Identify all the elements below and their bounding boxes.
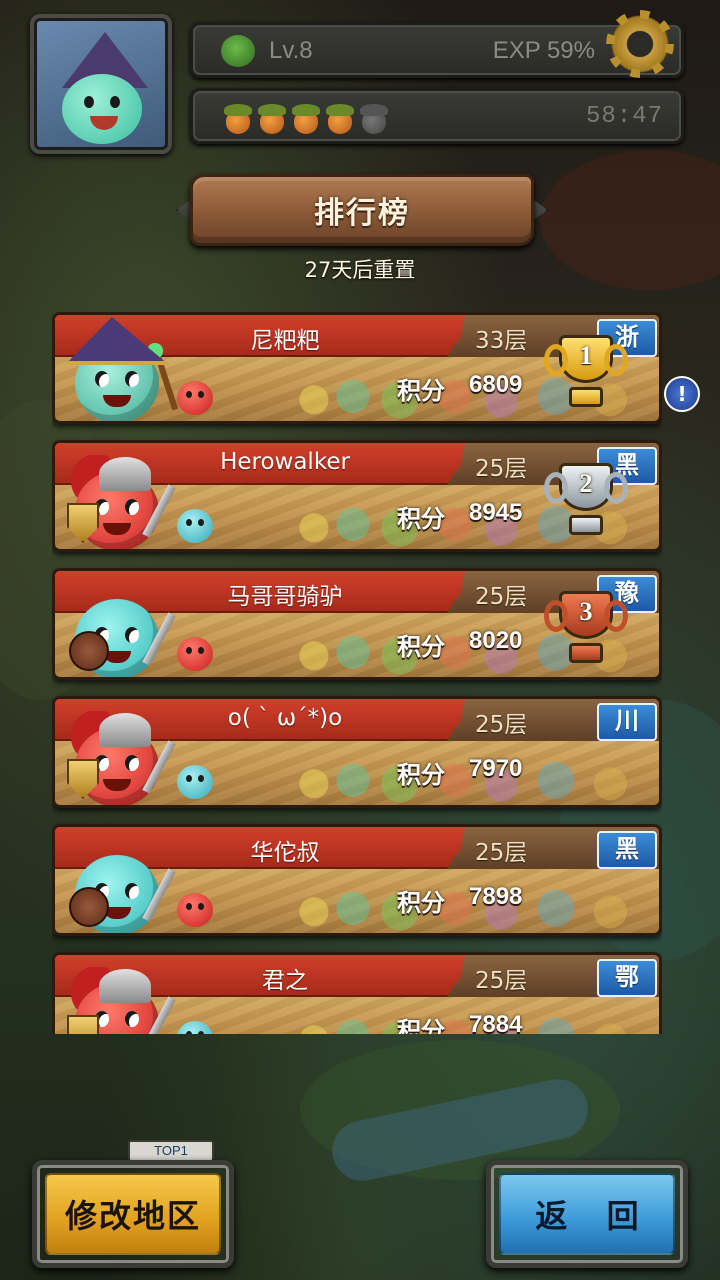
score-value: 8945 <box>469 499 523 526</box>
change-region-button[interactable]: 修改地区 <box>32 1160 234 1268</box>
trophy-rank: 2 <box>579 469 593 498</box>
exp-text: EXP 59% <box>492 37 595 64</box>
companion-character <box>177 765 213 799</box>
score-value: 7970 <box>469 755 523 782</box>
ranking-row[interactable]: 华佗叔 25层 黑 积分 7898 <box>52 824 662 936</box>
ranking-row[interactable]: 马哥哥骑驴 25层 豫 积分 8020 3 <box>52 568 662 680</box>
energy-timer: 58:47 <box>585 103 663 130</box>
acorn-icon <box>257 100 287 134</box>
round-shield-icon <box>69 887 109 927</box>
floor-text: 25层 <box>475 456 528 482</box>
change-region-label: 修改地区 <box>64 1197 201 1235</box>
ranking-row[interactable]: 尼粑粑 33层 浙 积分 6809 1 <box>52 312 662 424</box>
region-badge: 鄂 <box>597 959 657 997</box>
avatar-face <box>62 74 142 144</box>
score-label: 积分 <box>397 505 445 533</box>
companion-character <box>177 381 213 415</box>
score-label: 积分 <box>397 761 445 789</box>
floor-text: 25层 <box>475 968 528 994</box>
score-value: 8020 <box>469 627 523 654</box>
gear-icon[interactable] <box>608 12 672 76</box>
ranking-list[interactable]: 尼粑粑 33层 浙 积分 6809 1 Herowalker 25层 黑 积分 … <box>52 312 662 1034</box>
acorn-icon <box>325 100 355 134</box>
player-name: 马哥哥骑驴 <box>227 584 343 610</box>
acorn-icon <box>359 100 389 134</box>
region-badge: 黑 <box>597 831 657 869</box>
player-name: 尼粑粑 <box>250 328 320 354</box>
score-label: 积分 <box>397 889 445 917</box>
acorn-icon <box>223 100 253 134</box>
back-label: 返 回 <box>535 1197 653 1235</box>
back-button[interactable]: 返 回 <box>486 1160 688 1268</box>
reset-countdown: 27天后重置 <box>304 258 416 282</box>
player-name: 君之 <box>262 968 308 994</box>
helmet-icon <box>99 713 151 747</box>
level-text: Lv.8 <box>269 37 313 64</box>
score-value: 7898 <box>469 883 523 910</box>
floor-text: 25层 <box>475 712 528 738</box>
energy-acorns <box>223 100 389 134</box>
ranking-row[interactable]: 君之 25层 鄂 积分 7884 <box>52 952 662 1034</box>
gold-trophy-icon: 1 <box>544 335 628 411</box>
round-shield-icon <box>69 631 109 671</box>
page-title: 排行榜 <box>314 196 410 231</box>
score-value: 7884 <box>469 1011 523 1034</box>
helmet-icon <box>99 457 151 491</box>
shield-icon <box>67 1015 99 1034</box>
floor-text: 25层 <box>475 584 528 610</box>
floor-text: 25层 <box>475 840 528 866</box>
floor-text: 33层 <box>475 328 528 354</box>
score-label: 积分 <box>397 1017 445 1034</box>
companion-character <box>177 1021 213 1034</box>
trophy-rank: 3 <box>579 597 593 626</box>
score-label: 积分 <box>397 377 445 405</box>
title-banner: 排行榜 <box>176 172 548 248</box>
top1-sign: TOP1 <box>128 1140 214 1162</box>
notice-icon[interactable]: ! <box>664 376 700 412</box>
clover-icon <box>221 35 255 67</box>
player-avatar[interactable] <box>30 14 172 154</box>
score-label: 积分 <box>397 633 445 661</box>
companion-character <box>177 893 213 927</box>
player-name: Herowalker <box>220 449 350 475</box>
region-badge: 川 <box>597 703 657 741</box>
silver-trophy-icon: 2 <box>544 463 628 539</box>
trophy-rank: 1 <box>579 341 593 370</box>
bronze-trophy-icon: 3 <box>544 591 628 667</box>
energy-bar: 58:47 <box>190 88 684 144</box>
acorn-icon <box>291 100 321 134</box>
helmet-icon <box>99 969 151 1003</box>
player-name: o( ` ω´*)o <box>227 705 343 731</box>
score-value: 6809 <box>469 371 523 398</box>
companion-character <box>177 509 213 543</box>
ranking-row[interactable]: Herowalker 25层 黑 积分 8945 2 <box>52 440 662 552</box>
ranking-row[interactable]: o( ` ω´*)o 25层 川 积分 7970 <box>52 696 662 808</box>
companion-character <box>177 637 213 671</box>
player-name: 华佗叔 <box>250 840 320 866</box>
